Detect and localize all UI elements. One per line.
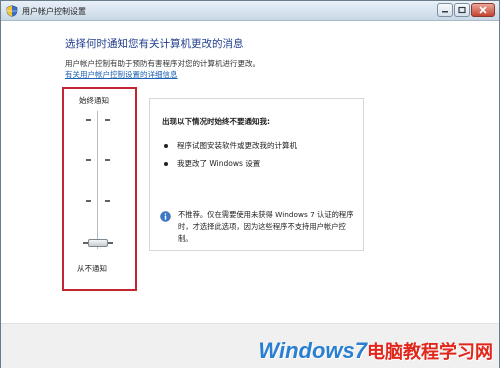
slider-tick-left [86,159,91,161]
uac-details-link[interactable]: 有关用户帐户控制设置的详细信息 [65,69,178,80]
page-heading: 选择何时通知您有关计算机更改的消息 [65,38,244,50]
info-bullet-text: 我更改了 Windows 设置 [177,159,261,168]
slider-top-label: 始终通知 [79,96,109,105]
slider-bottom-label: 从不通知 [77,264,107,273]
bullet-dot [164,162,168,166]
uac-description: 用户帐户控制有助于预防有害程序对您的计算机进行更改。 [65,59,260,68]
info-note: 不推荐。仅在需要使用未获得 Windows 7 认证的程序时，才选择此选项，因为… [178,210,354,243]
watermark-site: 电脑教程学习网 [367,342,493,362]
notification-slider-panel: 始终通知 从不通知 [62,87,137,291]
uac-settings-window: 用户帐户控制设置 选择何时通知您有关计算机更改的消息 用户帐户控制有助于预防有害… [0,0,500,368]
minimize-icon [442,11,448,13]
uac-shield-icon [6,5,18,17]
minimize-button[interactable] [437,3,453,17]
info-icon [160,211,171,222]
slider-track[interactable] [97,111,99,249]
maximize-icon [458,6,466,14]
info-title: 出现以下情况时始终不要通知我: [162,117,270,126]
window-title: 用户帐户控制设置 [22,7,86,16]
slider-thumb[interactable] [88,239,108,247]
close-icon [479,6,487,14]
slider-tick-right [105,159,110,161]
info-bullet: 程序试图安装软件或更改我的计算机 [164,140,297,151]
slider-tick-right [105,200,110,202]
info-bullet-text: 程序试图安装软件或更改我的计算机 [177,141,297,150]
slider-tick-left [86,200,91,202]
title-bar[interactable]: 用户帐户控制设置 [1,1,499,21]
slider-tick-right [108,242,113,244]
slider-tick-left [86,119,91,121]
setting-info-panel: 出现以下情况时始终不要通知我: 程序试图安装软件或更改我的计算机 我更改了 Wi… [149,98,364,251]
bullet-dot [164,144,168,148]
window-controls [436,3,495,17]
info-bullet: 我更改了 Windows 设置 [164,158,260,169]
watermark-brand: Windows7 [258,338,367,363]
maximize-button[interactable] [454,3,470,17]
slider-tick-right [105,119,110,121]
close-button[interactable] [471,3,495,17]
site-watermark: Windows7电脑教程学习网 [258,338,493,364]
